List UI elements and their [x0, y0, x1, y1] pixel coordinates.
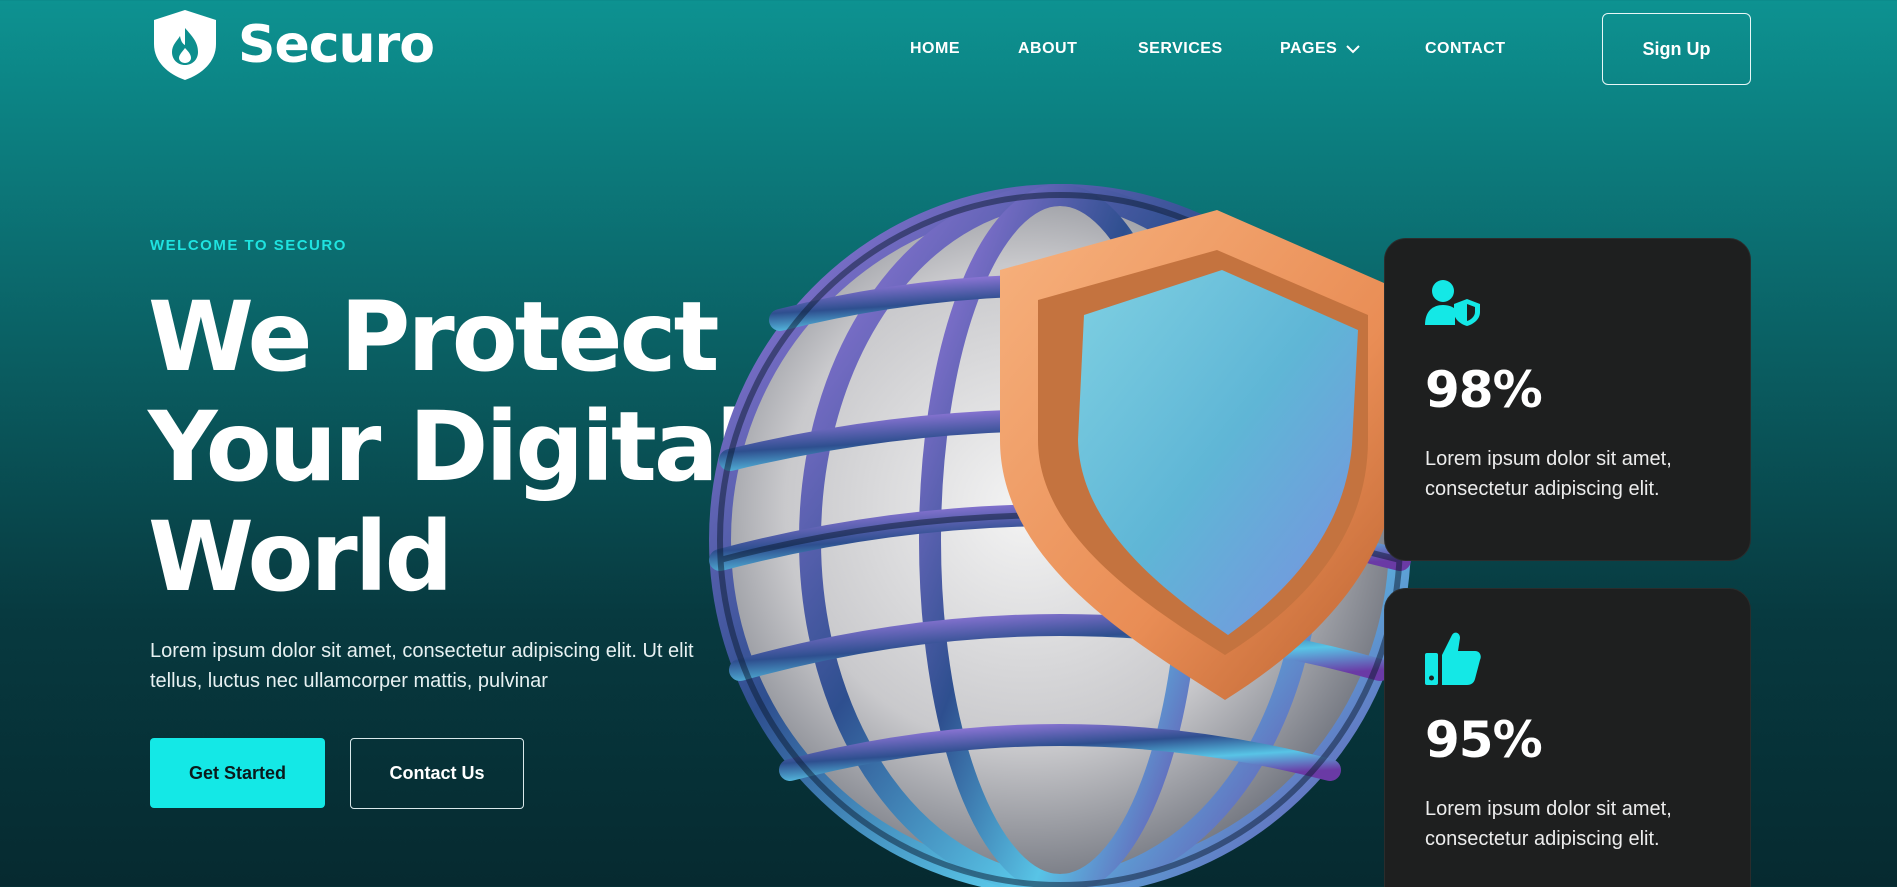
- stat-text: Lorem ipsum dolor sit amet, consectetur …: [1425, 448, 1672, 500]
- hero-headline: We Protect Your Digital World: [148, 281, 749, 613]
- stat-value: 98%: [1425, 361, 1543, 419]
- hero-description: Lorem ipsum dolor sit amet, consectetur …: [150, 640, 694, 692]
- nav-services[interactable]: SERVICES: [1138, 40, 1223, 58]
- shield-flame-icon: [154, 10, 216, 80]
- nav-home[interactable]: HOME: [910, 40, 960, 58]
- site-header: Securo HOME ABOUT SERVICES PAGES CONTACT…: [0, 0, 1897, 98]
- headline-line-1: We Protect: [148, 281, 719, 393]
- stat-card-protection: 98% Lorem ipsum dolor sit amet, consecte…: [1384, 238, 1751, 561]
- stat-card-satisfaction: 95% Lorem ipsum dolor sit amet, consecte…: [1384, 588, 1751, 887]
- hero-eyebrow: WELCOME TO SECURO: [150, 237, 347, 254]
- user-shield-icon: [1425, 280, 1480, 326]
- contact-us-button[interactable]: Contact Us: [350, 738, 524, 809]
- logo[interactable]: Securo: [150, 8, 435, 82]
- headline-line-2: Your Digital: [148, 391, 749, 503]
- nav-contact[interactable]: CONTACT: [1425, 40, 1506, 58]
- headline-line-3: World: [148, 501, 453, 613]
- sign-up-button[interactable]: Sign Up: [1602, 13, 1751, 85]
- stat-value: 95%: [1425, 711, 1543, 769]
- nav-pages-label: PAGES: [1280, 40, 1338, 57]
- nav-about[interactable]: ABOUT: [1018, 40, 1077, 58]
- brand-name: Securo: [238, 15, 435, 75]
- chevron-down-icon: [1346, 45, 1361, 54]
- get-started-button[interactable]: Get Started: [150, 738, 325, 808]
- stat-text: Lorem ipsum dolor sit amet, consectetur …: [1425, 798, 1672, 850]
- thumbs-up-icon: [1425, 632, 1481, 685]
- nav-pages[interactable]: PAGES: [1280, 40, 1361, 58]
